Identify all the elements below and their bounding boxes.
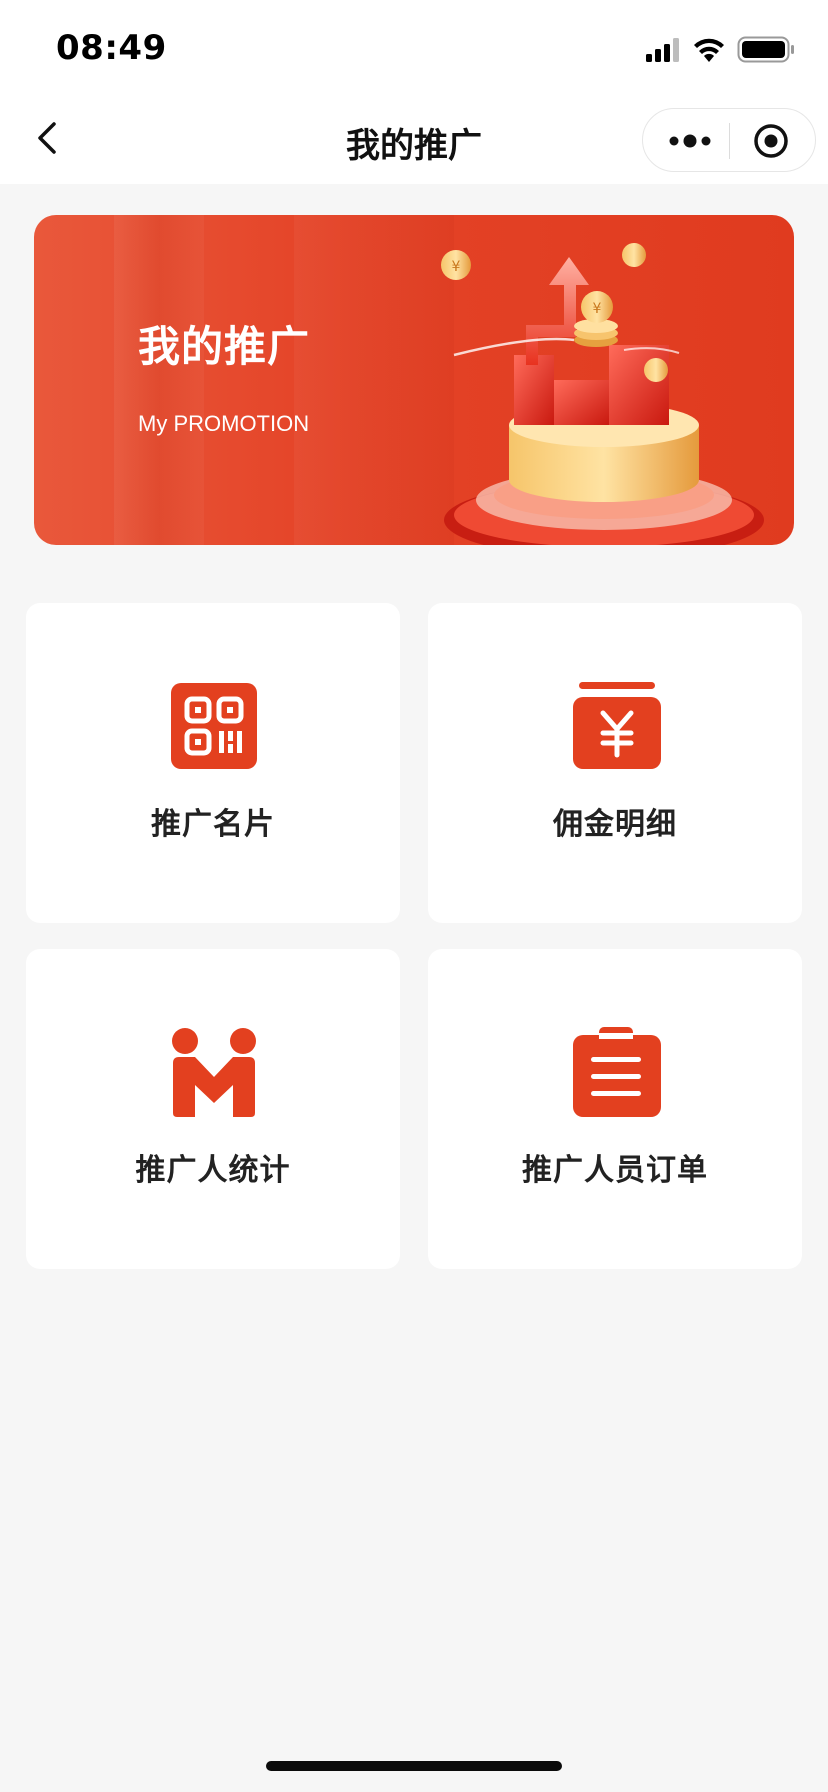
status-time: 08:49 bbox=[56, 28, 167, 68]
battery-icon bbox=[737, 36, 794, 63]
banner-shadow bbox=[114, 215, 204, 545]
home-indicator[interactable] bbox=[266, 1761, 562, 1771]
capsule-divider bbox=[729, 123, 730, 159]
promotion-banner: 我的推广 My PROMOTION ¥ ¥ bbox=[34, 215, 794, 545]
people-handshake-icon bbox=[169, 1027, 259, 1117]
menu-item-label: 推广人员订单 bbox=[522, 1153, 708, 1188]
qr-code-icon bbox=[169, 681, 259, 771]
svg-text:¥: ¥ bbox=[593, 301, 602, 317]
svg-text:¥: ¥ bbox=[452, 259, 461, 275]
target-icon[interactable] bbox=[753, 123, 789, 159]
menu-item-promoter-orders[interactable]: 推广人员订单 bbox=[428, 949, 802, 1269]
mini-program-capsule bbox=[642, 108, 816, 172]
navigation-bar: 我的推广 bbox=[0, 96, 828, 184]
menu-item-promoter-statistics[interactable]: 推广人统计 bbox=[26, 949, 400, 1269]
status-bar: 08:49 bbox=[0, 0, 828, 96]
more-dots-icon[interactable] bbox=[669, 131, 711, 151]
menu-item-commission-details[interactable]: 佣金明细 bbox=[428, 603, 802, 923]
signal-icon bbox=[646, 38, 679, 62]
menu-item-label: 推广人统计 bbox=[135, 1153, 291, 1188]
banner-title: 我的推广 bbox=[138, 322, 311, 371]
yuan-wallet-icon bbox=[571, 681, 661, 771]
menu-item-label: 佣金明细 bbox=[553, 807, 677, 842]
menu-item-promotion-card[interactable]: 推广名片 bbox=[26, 603, 400, 923]
growth-podium-illustration: ¥ ¥ bbox=[414, 215, 794, 545]
banner-subtitle: My PROMOTION bbox=[138, 411, 310, 436]
clipboard-icon bbox=[571, 1027, 661, 1117]
status-icons bbox=[646, 36, 796, 64]
menu-item-label: 推广名片 bbox=[151, 807, 275, 842]
wifi-icon bbox=[694, 38, 724, 62]
